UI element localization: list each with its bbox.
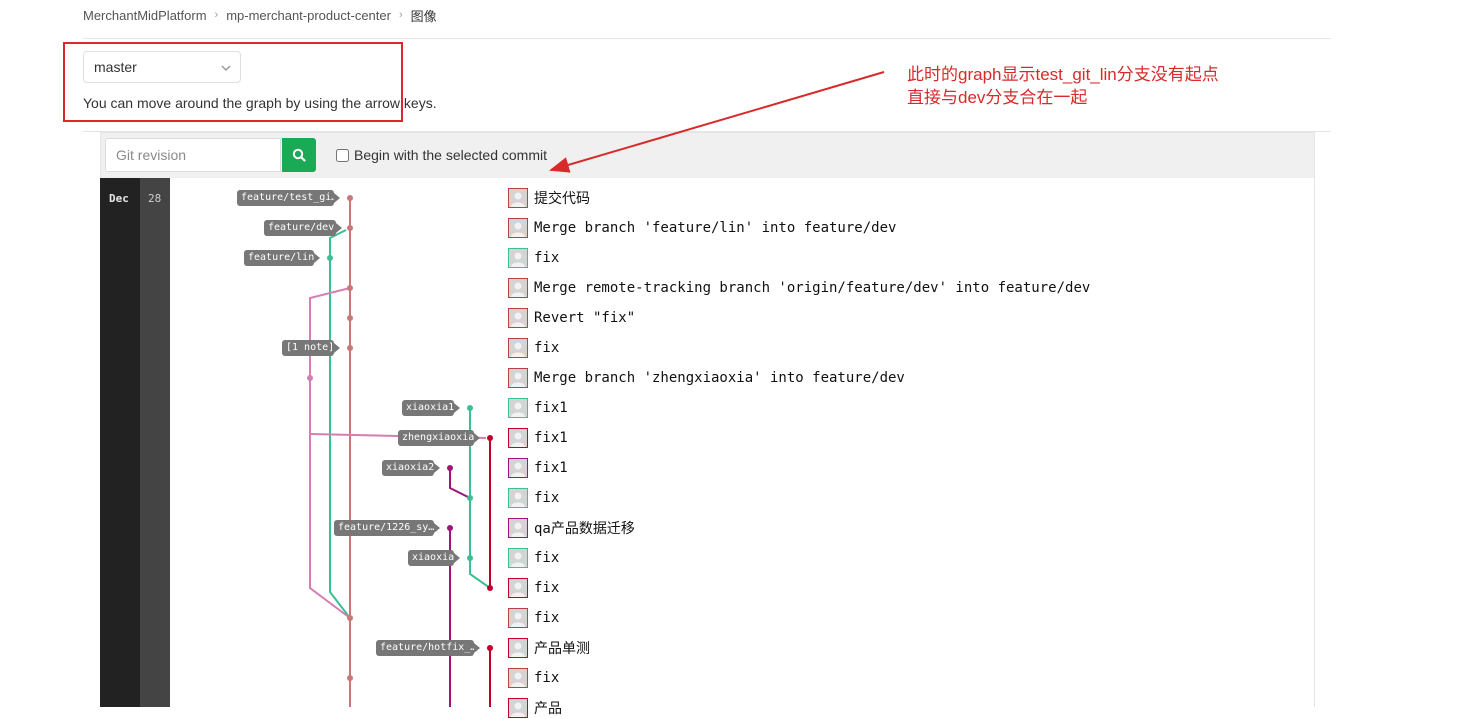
commit-dot[interactable] [347,315,353,321]
commit-row[interactable]: Merge branch 'zhengxiaoxia' into feature… [508,367,905,389]
avatar-icon [508,278,528,298]
commit-message[interactable]: fix1 [534,430,568,446]
commit-message[interactable]: fix [534,610,559,626]
avatar-icon [508,428,528,448]
avatar-icon [508,698,528,718]
avatar-icon [508,368,528,388]
avatar-icon [508,488,528,508]
avatar-icon [508,668,528,688]
commit-dot[interactable] [447,465,453,471]
branch-ref-tag[interactable]: zhengxiaoxia [398,430,480,446]
avatar-icon [508,518,528,538]
commit-message[interactable]: fix [534,550,559,566]
commit-dot[interactable] [467,405,473,411]
graph-line-lin [329,258,351,619]
commit-message[interactable]: fix [534,490,559,506]
commit-message[interactable]: 提交代码 [534,188,590,208]
commit-row[interactable]: fix [508,547,559,569]
commit-row[interactable]: fix1 [508,427,568,449]
branch-ref-tag[interactable]: feature/1226_sy… [334,520,440,536]
branch-ref-tag[interactable]: feature/test_gi… [237,190,340,206]
commit-row[interactable]: Merge branch 'feature/lin' into feature/… [508,217,896,239]
avatar-icon [508,398,528,418]
branch-ref-tag[interactable]: [1 note] [282,340,340,356]
commit-row[interactable]: fix [508,577,559,599]
commit-dot[interactable] [347,285,353,291]
commit-dot[interactable] [487,645,493,651]
commit-message[interactable]: Merge remote-tracking branch 'origin/fea… [534,280,1090,296]
branch-ref-tag[interactable]: feature/lin [244,250,320,266]
avatar-icon [508,458,528,478]
commit-row[interactable]: fix [508,607,559,629]
commit-message[interactable]: fix1 [534,400,568,416]
commit-dot[interactable] [307,375,313,381]
graph-line-xiaoxia2 [449,468,471,499]
branch-ref-tag[interactable]: feature/hotfix_… [376,640,480,656]
commit-message[interactable]: fix [534,580,559,596]
commit-row[interactable]: qa产品数据迁移 [508,517,635,539]
commit-dot[interactable] [327,255,333,261]
commit-row[interactable]: Merge remote-tracking branch 'origin/fea… [508,277,1090,299]
avatar-icon [508,578,528,598]
avatar-icon [508,338,528,358]
commit-dot[interactable] [467,495,473,501]
branch-ref-tag[interactable]: xiaoxia1 [402,400,460,416]
branch-ref-tag[interactable]: xiaoxia [408,550,460,566]
commit-row[interactable]: fix [508,667,559,689]
commit-message[interactable]: Revert "fix" [534,310,635,326]
commit-row[interactable]: fix [508,337,559,359]
commit-row[interactable]: 产品 [508,697,562,719]
commit-dot[interactable] [347,345,353,351]
avatar-icon [508,548,528,568]
commit-dot[interactable] [347,225,353,231]
commit-graph [307,71,885,707]
commit-row[interactable]: fix [508,247,559,269]
commit-message[interactable]: fix1 [534,460,568,476]
commit-message[interactable]: fix [534,670,559,686]
commit-dot[interactable] [347,675,353,681]
avatar-icon [508,218,528,238]
avatar-icon [508,638,528,658]
commit-dot[interactable] [487,435,493,441]
commit-row[interactable]: 提交代码 [508,187,590,209]
avatar-icon [508,308,528,328]
commit-row[interactable]: fix1 [508,397,568,419]
commit-dot[interactable] [347,615,353,621]
avatar-icon [508,248,528,268]
commit-message[interactable]: 产品单测 [534,638,590,658]
commit-message[interactable]: fix [534,340,559,356]
branch-ref-tag[interactable]: feature/dev [264,220,342,236]
commit-dot[interactable] [487,585,493,591]
commit-row[interactable]: 产品单测 [508,637,590,659]
annotation-arrow [549,71,885,173]
commit-row[interactable]: fix [508,487,559,509]
branch-ref-tag[interactable]: xiaoxia2 [382,460,440,476]
commit-dot[interactable] [467,555,473,561]
commit-message[interactable]: 产品 [534,698,562,718]
commit-dot[interactable] [347,195,353,201]
commit-row[interactable]: fix1 [508,457,568,479]
commit-dot[interactable] [447,525,453,531]
commit-message[interactable]: Merge branch 'zhengxiaoxia' into feature… [534,370,905,386]
commit-message[interactable]: Merge branch 'feature/lin' into feature/… [534,220,896,236]
commit-row[interactable]: Revert "fix" [508,307,635,329]
commit-message[interactable]: qa产品数据迁移 [534,518,635,538]
avatar-icon [508,188,528,208]
avatar-icon [508,608,528,628]
commit-message[interactable]: fix [534,250,559,266]
